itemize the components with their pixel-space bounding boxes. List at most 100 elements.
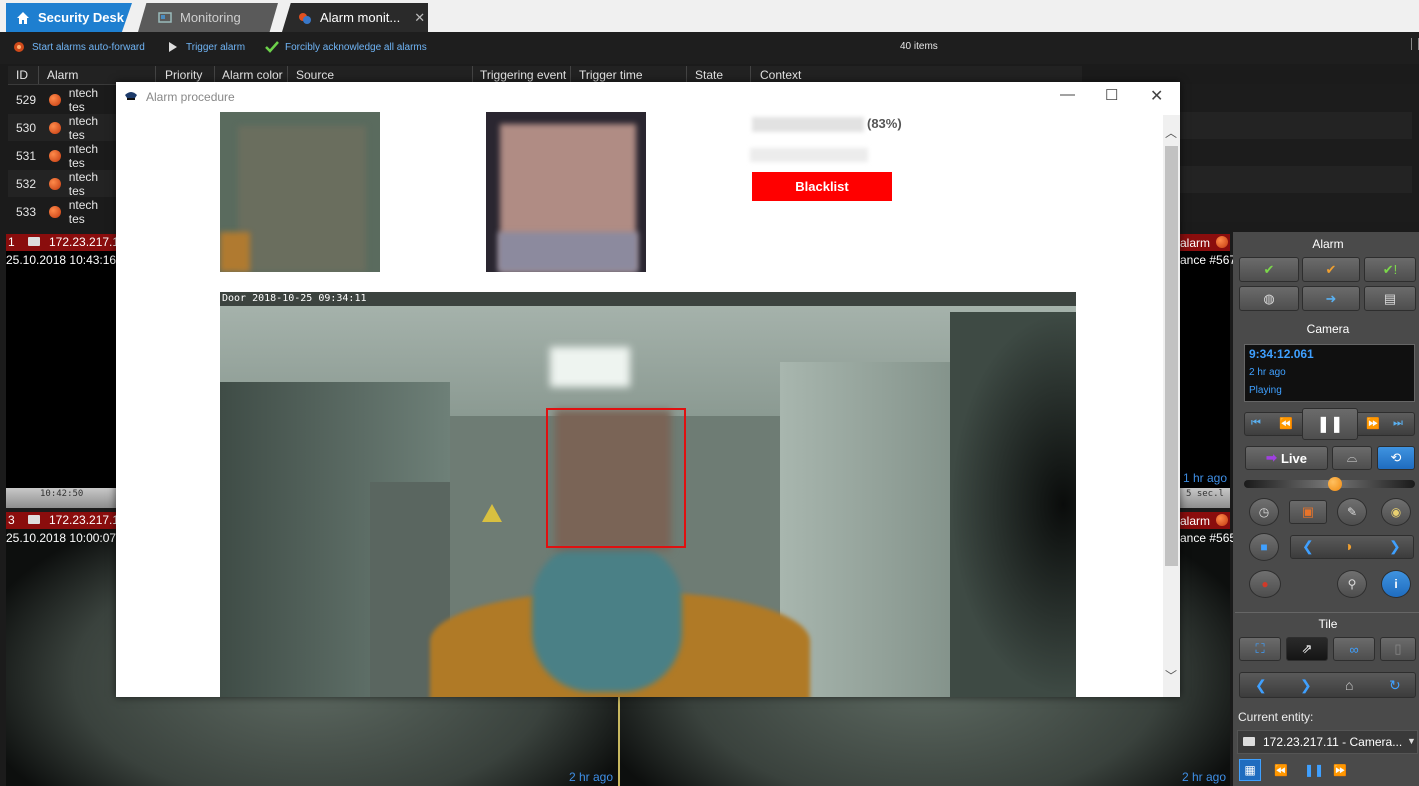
expand-tile-button[interactable]: ⇗ (1286, 637, 1328, 661)
live-button[interactable]: ➡ Live (1245, 446, 1328, 470)
col-priority[interactable]: Priority (165, 68, 202, 82)
scroll-up-icon[interactable]: ︿ (1165, 124, 1177, 141)
col-id[interactable]: ID (16, 68, 28, 82)
fast-forward-icon[interactable]: ⏩ (1333, 764, 1347, 777)
record-icon: ◉ (1390, 505, 1402, 519)
tile-alarm-instance: ance #565 (1180, 531, 1237, 545)
ptz-button[interactable]: ⌓ (1332, 446, 1372, 470)
tab-monitoring[interactable]: Monitoring (138, 3, 278, 32)
resize-handle[interactable] (1411, 38, 1419, 50)
col-state[interactable]: State (695, 68, 723, 82)
home-icon[interactable]: ⌂ (1345, 677, 1353, 693)
check-icon (265, 40, 279, 54)
procedure-button[interactable]: ▤ (1364, 286, 1416, 311)
col-alarm[interactable]: Alarm (47, 68, 78, 82)
speed-slider-thumb[interactable] (1327, 477, 1342, 491)
clear-tile-button[interactable]: ▯ (1380, 637, 1416, 661)
scroll-down-icon[interactable]: ﹀ (1165, 667, 1177, 684)
maximize-tile-button[interactable]: ⛶ (1239, 637, 1281, 661)
info-button[interactable]: i (1381, 570, 1411, 598)
alarm-icon (49, 121, 61, 134)
table-row[interactable]: 533 ntech tes (8, 198, 116, 226)
snooze-button[interactable]: ◍ (1239, 286, 1299, 311)
chevron-left-icon[interactable]: ❮ (1255, 677, 1267, 694)
col-alarm-color[interactable]: Alarm color (222, 68, 283, 82)
row-alarm: ntech tes (68, 141, 99, 170)
zoom-button[interactable]: ⚲ (1337, 570, 1367, 598)
alarm-video-frame: Door 2018-10-25 09:34:11 (220, 292, 1076, 697)
col-triggering-event[interactable]: Triggering event (480, 68, 566, 82)
forward-button[interactable]: ➜ (1302, 286, 1360, 311)
col-trigger-time[interactable]: Trigger time (579, 68, 643, 82)
maximize-button[interactable]: ☐ (1105, 86, 1118, 104)
scrollbar-thumb[interactable] (1165, 146, 1178, 566)
pause-icon[interactable]: ❚❚ (1304, 763, 1324, 777)
tile-section-title: Tile (1318, 617, 1338, 631)
pause-button[interactable]: ❚❚ (1302, 408, 1358, 440)
acknowledge-all-button[interactable]: Forcibly acknowledge all alarms (265, 40, 427, 54)
acknowledge-button[interactable]: ✔ (1239, 257, 1299, 282)
table-row[interactable]: 530 ntech tes (8, 114, 116, 142)
tile-ago: 2 hr ago (569, 770, 614, 784)
check-exclaim-icon: ✔! (1382, 261, 1398, 277)
camera-icon (1243, 737, 1255, 746)
tile-alarm-label: alarm (1180, 514, 1211, 528)
chevron-right-icon[interactable]: ❯ (1300, 677, 1312, 694)
person-detail-redacted (750, 148, 868, 162)
refresh-icon[interactable]: ↻ (1389, 677, 1401, 694)
col-source[interactable]: Source (296, 68, 334, 82)
items-count: 40 items (900, 41, 938, 52)
dialog-title: Alarm procedure (146, 90, 235, 104)
alarm-button[interactable]: ● (1249, 570, 1281, 598)
rewind-icon[interactable]: ⏪ (1274, 764, 1288, 777)
match-percent: (83%) (867, 116, 902, 131)
edit-button[interactable]: ✎ (1337, 498, 1367, 526)
reference-face-image (486, 112, 646, 272)
binoculars-button[interactable]: ∞ (1333, 637, 1375, 661)
tile-ago: 2 hr ago (1182, 770, 1227, 784)
camera-cycle-icon[interactable]: ◑ (1344, 538, 1352, 554)
tile-timestamp: 25.10.2018 10:43:16 (6, 253, 117, 267)
tile-number: 1 (8, 235, 15, 249)
close-icon[interactable]: ✕ (414, 10, 425, 26)
snapshot-button[interactable]: ▣ (1289, 500, 1327, 524)
expand-arrow-icon: ⇗ (1301, 641, 1313, 656)
trigger-alarm-button[interactable]: Trigger alarm (166, 40, 245, 54)
loop-button[interactable]: ⟲ (1377, 446, 1415, 470)
row-id: 533 (16, 204, 37, 219)
table-row[interactable]: 529 ntech tes (8, 86, 116, 114)
chevron-right-icon[interactable]: ❯ (1389, 538, 1401, 555)
pen-icon: ✎ (1346, 505, 1358, 519)
clock-button[interactable]: ◷ (1249, 498, 1279, 526)
stop-button[interactable]: ■ (1249, 533, 1279, 561)
timeline-scale: 5 sec.l (1186, 489, 1224, 499)
table-row[interactable]: 531 ntech tes (8, 141, 116, 170)
alarm-section-title: Alarm (1312, 237, 1344, 251)
close-button[interactable]: ✕ (1150, 86, 1163, 106)
chevron-left-icon[interactable]: ❮ (1302, 538, 1314, 555)
tab-alarm-monitoring[interactable]: Alarm monit... ✕ (282, 3, 428, 32)
tab-security-desk[interactable]: Security Desk (6, 3, 132, 32)
force-acknowledge-button[interactable]: ✔! (1364, 257, 1416, 282)
auto-forward-button[interactable]: Start alarms auto-forward (12, 40, 145, 54)
grid-layout-button[interactable]: ▦ (1239, 759, 1261, 781)
skip-forward-icon[interactable]: ⏭ (1393, 417, 1403, 430)
alarm-monitoring-icon (298, 11, 312, 25)
playback-status: Playing (1249, 385, 1282, 396)
minimize-button[interactable]: — (1060, 86, 1075, 103)
rewind-icon[interactable]: ⏪ (1279, 417, 1293, 430)
check-icon: ✔ (1263, 261, 1275, 277)
alternate-acknowledge-button[interactable]: ✔ (1302, 257, 1360, 282)
info-icon: i (1394, 577, 1398, 591)
fast-forward-icon[interactable]: ⏩ (1366, 417, 1380, 430)
face-detection-box (546, 408, 686, 548)
alarm-icon (1216, 236, 1228, 248)
col-context[interactable]: Context (760, 68, 801, 82)
camera-icon (28, 515, 40, 524)
table-row[interactable]: 532 ntech tes (8, 170, 116, 198)
maximize-icon: ⛶ (1255, 641, 1265, 656)
person-hood (532, 542, 682, 692)
skip-back-icon[interactable]: ⏮ (1251, 417, 1261, 430)
tab-label: Security Desk (38, 10, 124, 25)
record-button[interactable]: ◉ (1381, 498, 1411, 526)
